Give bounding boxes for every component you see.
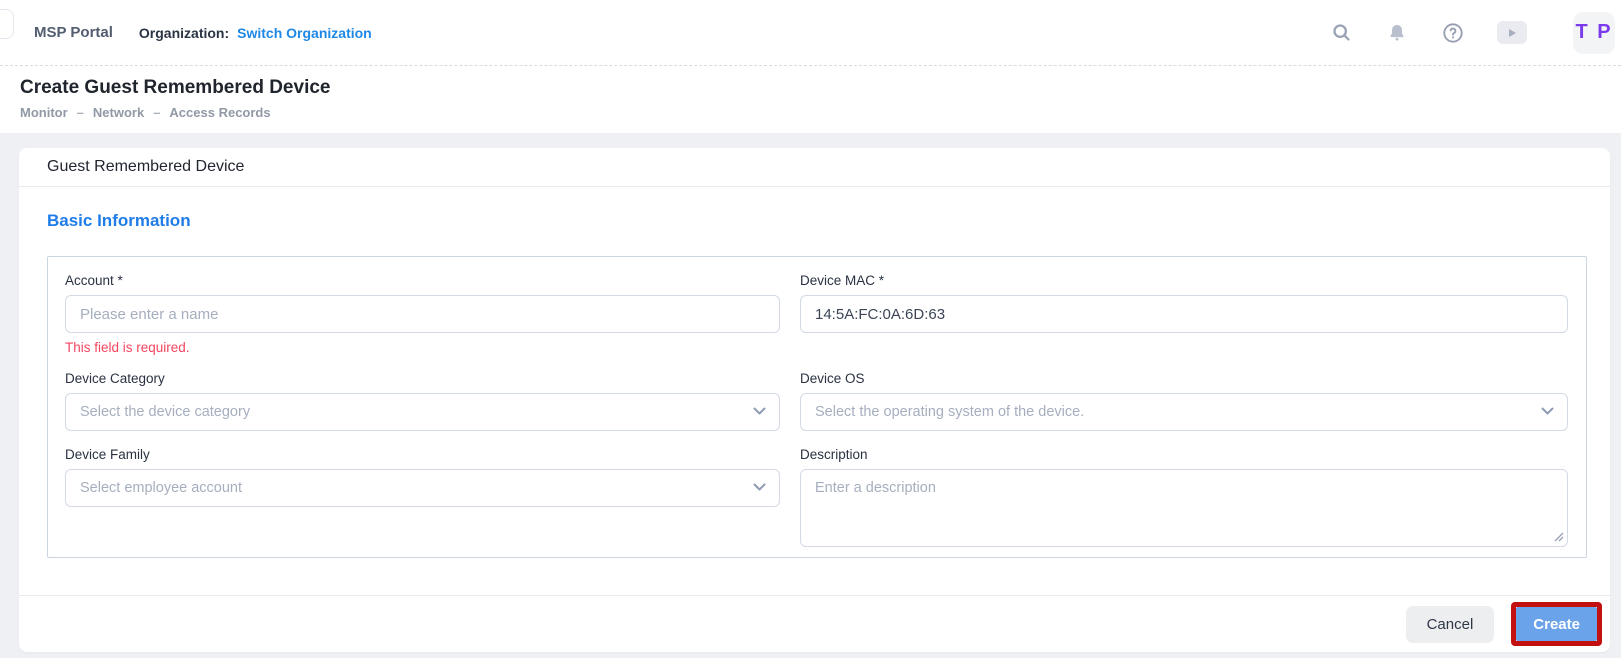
resize-handle-icon[interactable] — [1554, 532, 1564, 542]
organization-label: Organization: — [139, 25, 229, 41]
help-icon[interactable] — [1441, 21, 1465, 45]
breadcrumb-monitor[interactable]: Monitor — [20, 105, 68, 120]
device-os-label: Device OS — [800, 371, 1568, 386]
device-family-label: Device Family — [65, 447, 780, 462]
device-mac-input[interactable] — [800, 295, 1568, 333]
device-mac-field-group: Device MAC * — [800, 273, 1568, 333]
device-os-field-group: Device OS Select the operating system of… — [800, 371, 1568, 431]
device-os-placeholder: Select the operating system of the devic… — [815, 404, 1084, 420]
description-textarea[interactable] — [800, 469, 1568, 547]
card-body: Basic Information Account * This field i… — [19, 187, 1610, 595]
device-family-placeholder: Select employee account — [80, 480, 242, 496]
top-bar: MSP Portal Organization: Switch Organiza… — [0, 0, 1621, 66]
notifications-bell-icon[interactable] — [1385, 21, 1409, 45]
basic-information-heading: Basic Information — [47, 211, 1587, 231]
app-root: MSP Portal Organization: Switch Organiza… — [0, 0, 1621, 652]
page-header: Create Guest Remembered Device Monitor –… — [0, 66, 1621, 133]
create-button[interactable]: Create — [1516, 607, 1597, 641]
organization-switcher: Organization: Switch Organization — [139, 25, 372, 41]
account-error-message: This field is required. — [65, 340, 780, 355]
device-family-select[interactable]: Select employee account — [65, 469, 780, 507]
description-field-group: Description — [800, 447, 1568, 547]
account-field-group: Account * This field is required. — [65, 273, 780, 355]
breadcrumb: Monitor – Network – Access Records — [20, 105, 1621, 120]
description-textarea-wrap — [800, 469, 1568, 547]
breadcrumb-separator: – — [153, 105, 160, 120]
tutorial-video-icon[interactable] — [1497, 21, 1527, 44]
chevron-down-icon — [1541, 407, 1554, 416]
description-label: Description — [800, 447, 1568, 462]
device-category-field-group: Device Category Select the device catego… — [65, 371, 780, 431]
user-avatar[interactable]: T P — [1573, 12, 1615, 54]
breadcrumb-access-records[interactable]: Access Records — [169, 105, 270, 120]
device-os-select[interactable]: Select the operating system of the devic… — [800, 393, 1568, 431]
breadcrumb-separator: – — [77, 105, 84, 120]
form-actions: Cancel Create — [19, 595, 1610, 652]
sidebar-edge-tab[interactable] — [0, 9, 14, 39]
top-actions: T P — [1329, 12, 1615, 54]
basic-information-fieldset: Account * This field is required. Device… — [47, 256, 1587, 558]
device-category-placeholder: Select the device category — [80, 404, 250, 420]
brand-title: MSP Portal — [34, 24, 113, 41]
chevron-down-icon — [753, 483, 766, 492]
main-content: Guest Remembered Device Basic Informatio… — [0, 133, 1621, 652]
account-input[interactable] — [65, 295, 780, 333]
switch-organization-link[interactable]: Switch Organization — [237, 25, 372, 41]
device-category-label: Device Category — [65, 371, 780, 386]
breadcrumb-network[interactable]: Network — [93, 105, 144, 120]
device-category-select[interactable]: Select the device category — [65, 393, 780, 431]
click-target-annotation: Create — [1511, 602, 1602, 646]
guest-remembered-device-card: Guest Remembered Device Basic Informatio… — [19, 148, 1610, 652]
search-icon[interactable] — [1329, 21, 1353, 45]
form-grid: Account * This field is required. Device… — [65, 273, 1568, 547]
device-mac-label: Device MAC * — [800, 273, 1568, 288]
device-family-field-group: Device Family Select employee account — [65, 447, 780, 507]
page-title: Create Guest Remembered Device — [20, 77, 1621, 99]
account-label: Account * — [65, 273, 780, 288]
card-title: Guest Remembered Device — [19, 148, 1610, 187]
chevron-down-icon — [753, 407, 766, 416]
cancel-button[interactable]: Cancel — [1406, 606, 1495, 643]
